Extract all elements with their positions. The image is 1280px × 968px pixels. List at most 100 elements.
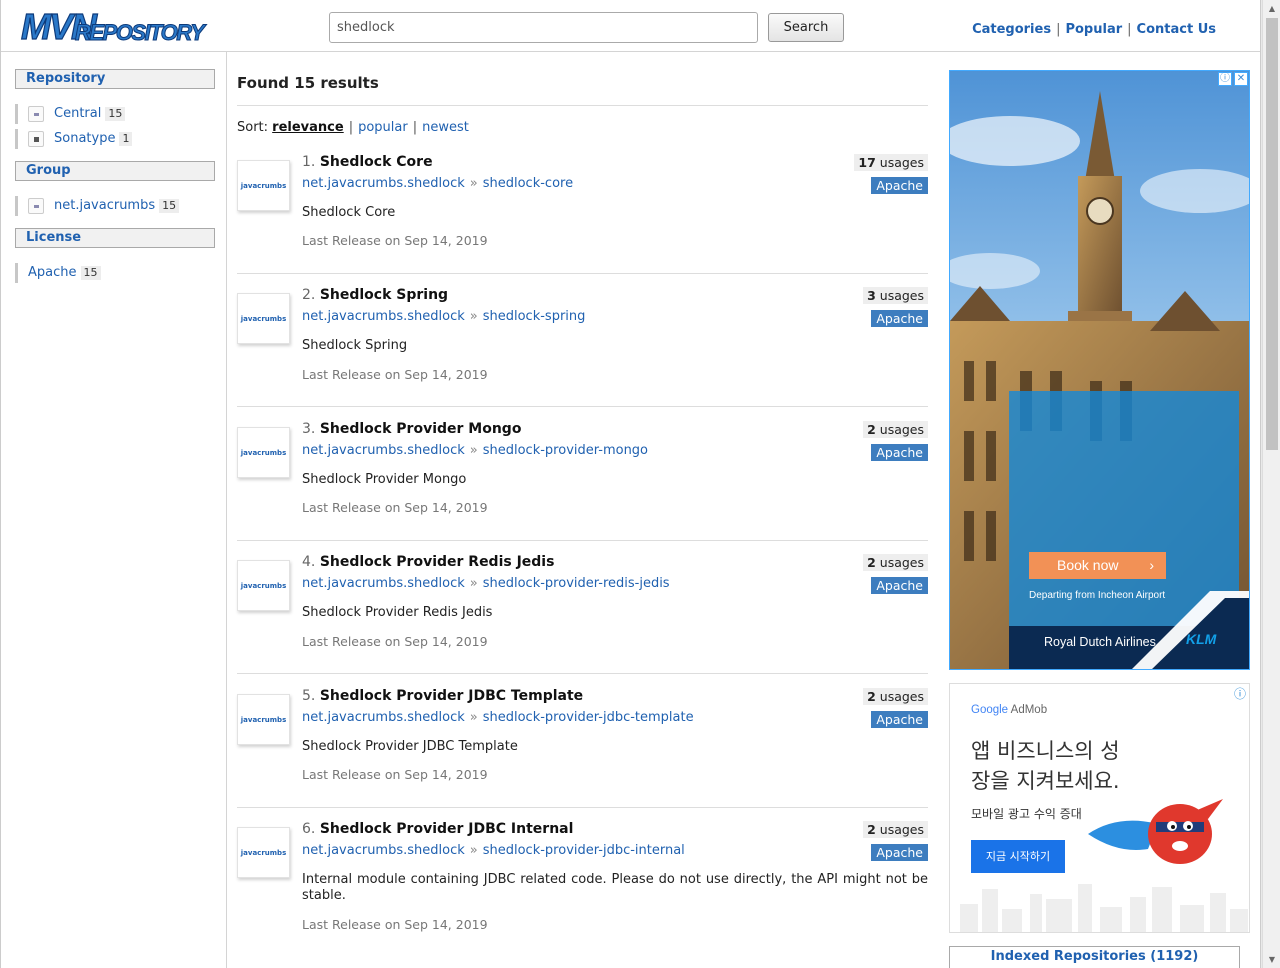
ad-close-icon[interactable]: ✕	[1234, 72, 1248, 86]
ad-info-icon[interactable]: ⓘ	[1234, 685, 1246, 702]
result-title: 1. Shedlock Core	[302, 154, 433, 170]
release-date: Last Release on Sep 14, 2019	[302, 767, 488, 782]
page-scrollbar[interactable]: ▲ ▼	[1262, 0, 1280, 968]
license-badge[interactable]: Apache	[871, 310, 928, 327]
logo[interactable]: MVN REPOSITORY	[17, 5, 213, 48]
javacrumbs-logo-icon[interactable]: javacrumbs	[237, 427, 290, 478]
breadcrumb-arrow: »	[469, 176, 478, 191]
result-item: javacrumbs 1. Shedlock Core net.javacrumbs…	[237, 154, 928, 274]
scroll-down-icon[interactable]: ▼	[1263, 951, 1280, 968]
ad-airline: Royal Dutch Airlines	[1044, 635, 1156, 649]
license-badge[interactable]: Apache	[871, 577, 928, 594]
result-title: 6. Shedlock Provider JDBC Internal	[302, 821, 573, 837]
admob-cta-button[interactable]: 지금 시작하기	[971, 840, 1065, 873]
ad-info-icon[interactable]: ⓘ	[1218, 72, 1232, 86]
result-name-link[interactable]: Shedlock Provider JDBC Template	[320, 688, 583, 704]
release-date: Last Release on Sep 14, 2019	[302, 367, 488, 382]
usages-badge[interactable]: 3 usages	[863, 287, 928, 304]
artifact-id-link[interactable]: shedlock-core	[483, 176, 573, 191]
usages-count: 3	[867, 288, 876, 303]
headline-line: 앱 비즈니스의 성	[971, 739, 1120, 763]
javacrumbs-logo-icon[interactable]: javacrumbs	[237, 560, 290, 611]
chevron-right-icon: ›	[1149, 557, 1154, 573]
javacrumbs-logo-icon[interactable]: javacrumbs	[237, 160, 290, 211]
facet-item-net-javacrumbs[interactable]: net.javacrumbs 15	[15, 196, 180, 216]
nav-contact-us[interactable]: Contact Us	[1137, 22, 1216, 37]
usages-badge[interactable]: 17 usages	[854, 154, 928, 171]
top-nav: Categories | Popular | Contact Us	[972, 22, 1216, 37]
result-title: 2. Shedlock Spring	[302, 287, 448, 303]
result-number: 5.	[302, 688, 316, 704]
search-button[interactable]: Search	[768, 13, 844, 42]
license-badge[interactable]: Apache	[871, 444, 928, 461]
license-badge[interactable]: Apache	[871, 844, 928, 861]
facet-item-apache[interactable]: Apache 15	[15, 263, 101, 283]
result-coordinates: net.javacrumbs.shedlock » shedlock-provide…	[302, 443, 648, 458]
facet-item-central[interactable]: Central 15	[15, 104, 126, 124]
group-id-link[interactable]: net.javacrumbs.shedlock	[302, 843, 465, 858]
sort-newest[interactable]: newest	[422, 120, 469, 135]
breadcrumb-arrow: »	[469, 443, 478, 458]
javacrumbs-logo-icon[interactable]: javacrumbs	[237, 827, 290, 878]
sort-separator: |	[348, 120, 354, 135]
book-now-button[interactable]: Book now ›	[1029, 552, 1166, 579]
usages-count: 2	[867, 422, 876, 437]
result-name-link[interactable]: Shedlock Spring	[320, 287, 448, 303]
group-id-link[interactable]: net.javacrumbs.shedlock	[302, 576, 465, 591]
artifact-id-link[interactable]: shedlock-provider-jdbc-internal	[483, 843, 685, 858]
usages-badge[interactable]: 2 usages	[863, 421, 928, 438]
usages-badge[interactable]: 2 usages	[863, 821, 928, 838]
result-description: Shedlock Spring	[302, 338, 408, 353]
license-badge[interactable]: Apache	[871, 711, 928, 728]
result-coordinates: net.javacrumbs.shedlock » shedlock-provide…	[302, 576, 670, 591]
result-coordinates: net.javacrumbs.shedlock » shedlock-spring	[302, 309, 585, 324]
facet-item-sonatype[interactable]: Sonatype 1	[15, 129, 133, 149]
usages-label: usages	[879, 555, 924, 570]
scrollbar-thumb[interactable]	[1266, 18, 1278, 450]
result-name-link[interactable]: Shedlock Provider JDBC Internal	[320, 821, 574, 837]
group-id-link[interactable]: net.javacrumbs.shedlock	[302, 176, 465, 191]
usages-count: 17	[858, 155, 876, 170]
result-name-link[interactable]: Shedlock Core	[320, 154, 433, 170]
artifact-id-link[interactable]: shedlock-provider-mongo	[483, 443, 648, 458]
group-id-link[interactable]: net.javacrumbs.shedlock	[302, 309, 465, 324]
nav-categories[interactable]: Categories	[972, 22, 1051, 37]
result-description: Shedlock Core	[302, 205, 396, 220]
klm-ad-banner[interactable]: ⓘ ✕ Book now › Departing from Incheon Air…	[949, 70, 1250, 670]
result-coordinates: net.javacrumbs.shedlock » shedlock-provide…	[302, 710, 694, 725]
usages-badge[interactable]: 2 usages	[863, 688, 928, 705]
artifact-id-link[interactable]: shedlock-spring	[483, 309, 586, 324]
divider	[237, 273, 928, 274]
result-coordinates: net.javacrumbs.shedlock » shedlock-core	[302, 176, 573, 191]
icon-label: javacrumbs	[240, 315, 287, 323]
facet-count: 1	[119, 132, 133, 146]
result-name-link[interactable]: Shedlock Provider Mongo	[320, 421, 522, 437]
release-date: Last Release on Sep 14, 2019	[302, 233, 488, 248]
breadcrumb-arrow: »	[469, 843, 478, 858]
group-id-link[interactable]: net.javacrumbs.shedlock	[302, 710, 465, 725]
admob-ad[interactable]: ⓘ Google AdMob 앱 비즈니스의 성 장을 지켜보세요. 모바일 광…	[949, 683, 1250, 933]
sort-bar: Sort: relevance | popular | newest	[237, 120, 469, 135]
nav-popular[interactable]: Popular	[1065, 22, 1122, 37]
result-item: javacrumbs 3. Shedlock Provider Mongo net.…	[237, 421, 928, 541]
nav-separator: |	[1127, 22, 1132, 37]
result-name-link[interactable]: Shedlock Provider Redis Jedis	[320, 554, 555, 570]
result-item: javacrumbs 5. Shedlock Provider JDBC Temp…	[237, 688, 928, 808]
group-id-link[interactable]: net.javacrumbs.shedlock	[302, 443, 465, 458]
search-input[interactable]	[329, 12, 758, 43]
result-description: Shedlock Provider JDBC Template	[302, 739, 518, 754]
javacrumbs-logo-icon[interactable]: javacrumbs	[237, 293, 290, 344]
header: MVN REPOSITORY Search Categories | Popular…	[1, 0, 1260, 52]
release-date: Last Release on Sep 14, 2019	[302, 634, 488, 649]
javacrumbs-logo-icon[interactable]: javacrumbs	[237, 694, 290, 745]
icon-label: javacrumbs	[240, 582, 287, 590]
sort-popular[interactable]: popular	[358, 120, 408, 135]
artifact-id-link[interactable]: shedlock-provider-redis-jedis	[483, 576, 670, 591]
usages-label: usages	[879, 422, 924, 437]
artifact-id-link[interactable]: shedlock-provider-jdbc-template	[483, 710, 694, 725]
usages-badge[interactable]: 2 usages	[863, 554, 928, 571]
sort-relevance[interactable]: relevance	[272, 120, 344, 135]
license-badge[interactable]: Apache	[871, 177, 928, 194]
result-number: 2.	[302, 287, 316, 303]
scroll-up-icon[interactable]: ▲	[1263, 0, 1280, 17]
